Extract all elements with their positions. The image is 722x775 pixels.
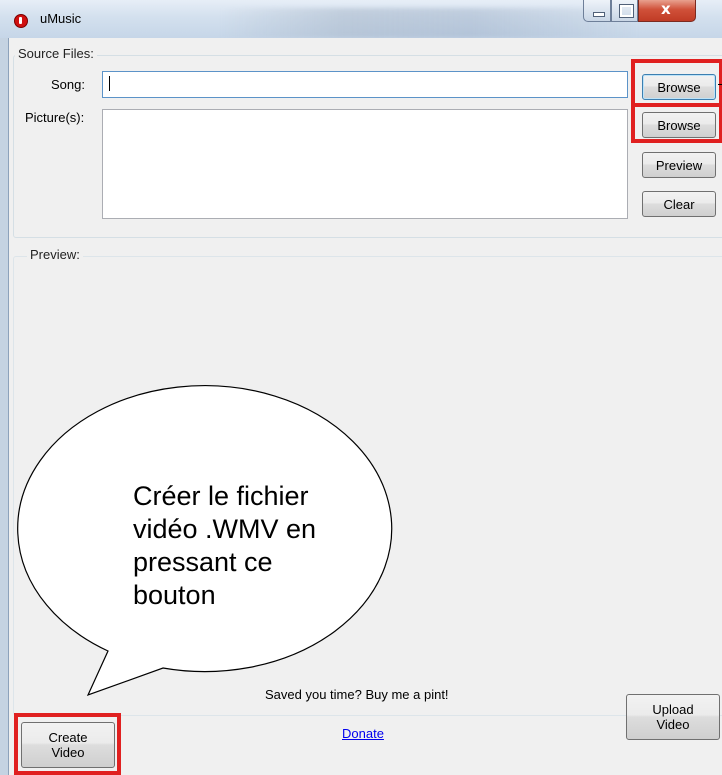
callout-line-4: bouton bbox=[133, 580, 216, 610]
donate-link[interactable]: Donate bbox=[342, 726, 384, 741]
preview-button[interactable]: Preview bbox=[642, 152, 716, 178]
minimize-button[interactable] bbox=[583, 0, 611, 22]
blurred-background bbox=[220, 8, 640, 38]
callout-line-3: pressant ce bbox=[133, 547, 273, 577]
window-title: uMusic bbox=[40, 11, 82, 26]
maximize-button[interactable] bbox=[611, 0, 638, 22]
preview-label: Preview: bbox=[27, 247, 83, 262]
client-area: Source Files: Song: Picture(s): Browse B… bbox=[8, 38, 722, 775]
pictures-label: Picture(s): bbox=[25, 110, 85, 125]
minimize-icon bbox=[593, 12, 605, 17]
app-icon bbox=[14, 14, 28, 28]
edge-mark bbox=[718, 84, 722, 85]
promo-text: Saved you time? Buy me a pint! bbox=[265, 687, 449, 702]
clear-button[interactable]: Clear bbox=[642, 191, 716, 217]
upload-video-button[interactable]: Upload Video bbox=[626, 694, 720, 740]
song-label: Song: bbox=[51, 77, 85, 92]
highlight-browse-song bbox=[631, 59, 722, 107]
text-caret bbox=[109, 76, 110, 91]
callout-text: Créer le fichier vidéo .WMV en pressant … bbox=[133, 480, 316, 612]
maximize-icon bbox=[619, 4, 634, 18]
callout-line-2: vidéo .WMV en bbox=[133, 514, 317, 544]
highlight-browse-pictures bbox=[631, 103, 722, 143]
upload-video-line1: Upload bbox=[652, 702, 694, 717]
preview-group bbox=[13, 256, 722, 716]
app-window: uMusic x Source Files: Song: Picture(s):… bbox=[0, 0, 722, 775]
song-input[interactable] bbox=[102, 71, 628, 98]
close-icon: x bbox=[661, 0, 671, 18]
close-button[interactable]: x bbox=[638, 0, 696, 22]
title-bar[interactable]: uMusic x bbox=[0, 0, 722, 38]
highlight-create-video bbox=[14, 713, 121, 775]
upload-video-line2: Video bbox=[656, 717, 690, 732]
pictures-list[interactable] bbox=[102, 109, 628, 219]
source-files-label: Source Files: bbox=[15, 46, 97, 61]
callout-line-1: Créer le fichier bbox=[133, 481, 309, 511]
